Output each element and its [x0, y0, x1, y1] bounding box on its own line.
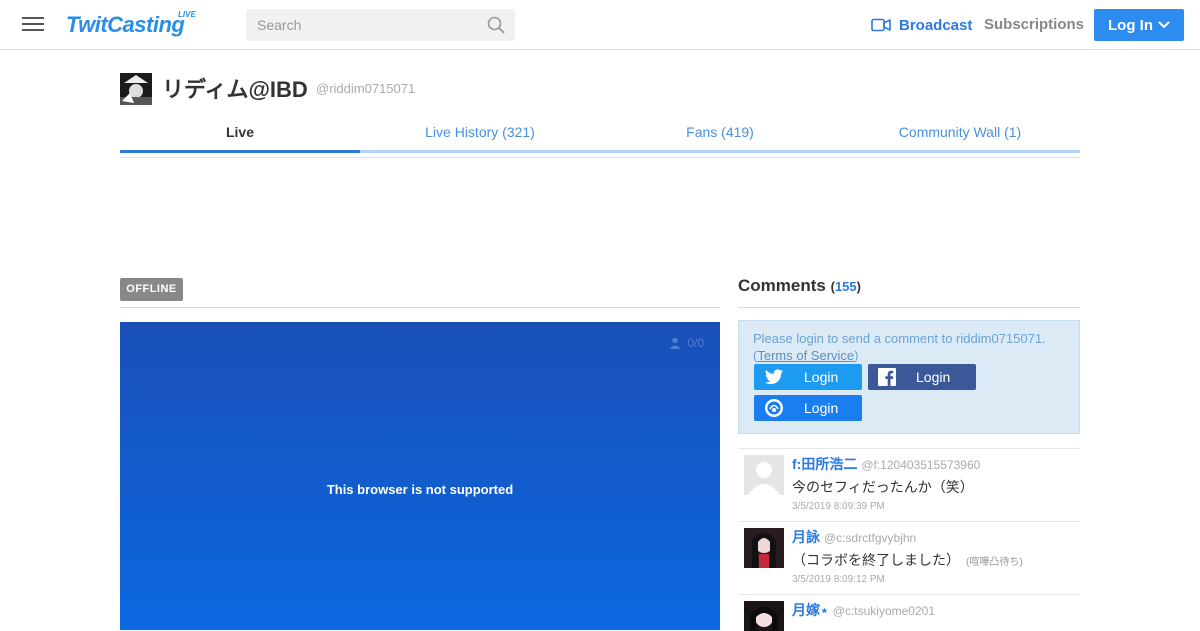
- commenter-id: @f:120403515573960: [861, 458, 981, 472]
- subscriptions-link[interactable]: Subscriptions: [984, 16, 1084, 33]
- search-icon[interactable]: [487, 16, 505, 34]
- commenter-avatar[interactable]: [744, 601, 784, 631]
- tab-fans[interactable]: Fans (419): [600, 118, 840, 152]
- twitter-login-button[interactable]: Login: [754, 364, 862, 390]
- login-label: Log In: [1108, 16, 1153, 34]
- comment-timestamp: 3/5/2019 8:09:12 PM: [792, 574, 885, 585]
- twitter-icon: [764, 368, 784, 384]
- divider: [738, 307, 1080, 308]
- tabs-divider: [120, 157, 1080, 158]
- commenter-id: @c:sdrctfgvybjhn: [824, 531, 917, 545]
- profile-handle: @riddim0715071: [316, 81, 416, 96]
- login-message: Please login to send a comment to riddim…: [753, 331, 1046, 346]
- tab-community-wall[interactable]: Community Wall (1): [840, 118, 1080, 152]
- commenter-name-text: 月詠: [792, 529, 820, 545]
- broadcast-label: Broadcast: [899, 16, 973, 34]
- twitcasting-logo[interactable]: TwitCasting LIVE: [66, 8, 206, 42]
- twitter-login-label: Login: [804, 369, 839, 385]
- comment-item: f:田所浩二 @f:120403515573960 今のセフィだったんか（笑） 3…: [738, 448, 1080, 521]
- commenter-name[interactable]: 月嫁⋆ @c:tsukiyome0201: [792, 600, 935, 620]
- twitcasting-login-label: Login: [804, 400, 839, 416]
- commenter-id: @c:tsukiyome0201: [832, 604, 935, 618]
- twitcasting-login-button[interactable]: Login: [754, 395, 862, 421]
- person-icon: [669, 337, 681, 349]
- user-avatar[interactable]: [120, 73, 152, 105]
- terms-of-service-link[interactable]: Terms of Service: [757, 348, 854, 363]
- logo-text: TwitCasting: [66, 12, 185, 37]
- comment-item: 月詠 @c:sdrctfgvybjhn （コラボを終了しました） (喧嘩凸待ち) 3…: [738, 521, 1080, 594]
- comment-login-box: Please login to send a comment to riddim…: [738, 320, 1080, 434]
- viewer-count: 0/0: [669, 336, 704, 350]
- commenter-avatar[interactable]: [744, 455, 784, 495]
- commenter-avatar[interactable]: [744, 528, 784, 568]
- commenter-name-text: f:田所浩二: [792, 456, 858, 472]
- top-header: TwitCasting LIVE Broadcast Subscriptions…: [0, 0, 1200, 50]
- tab-live[interactable]: Live: [120, 118, 360, 152]
- comment-text-body: （コラボを終了しました）: [792, 552, 960, 568]
- comment-timestamp: 3/5/2019 8:09:39 PM: [792, 501, 885, 512]
- comments-count[interactable]: 155: [835, 279, 857, 294]
- logo-live-badge: LIVE: [178, 10, 196, 19]
- unsupported-message: This browser is not supported: [326, 482, 514, 497]
- commenter-name-text: 月嫁⋆: [792, 602, 829, 618]
- commenter-name[interactable]: f:田所浩二 @f:120403515573960: [792, 454, 980, 474]
- comments-heading: Comments (155): [738, 276, 861, 295]
- search-input[interactable]: [246, 9, 476, 41]
- hamburger-menu-icon[interactable]: [22, 14, 44, 34]
- login-prompt: Please login to send a comment to riddim…: [753, 331, 1053, 363]
- tab-live-history[interactable]: Live History (321): [360, 118, 600, 152]
- profile-name: リディム@IBD: [162, 77, 308, 102]
- broadcast-link[interactable]: Broadcast: [871, 16, 972, 34]
- search-box: [246, 9, 515, 41]
- video-camera-icon: [871, 18, 891, 32]
- comment-item: 月嫁⋆ @c:tsukiyome0201: [738, 594, 1080, 631]
- facebook-login-label: Login: [916, 369, 951, 385]
- comment-text: 今のセフィだったんか（笑）: [792, 479, 974, 495]
- video-player[interactable]: 0/0 This browser is not supported: [120, 322, 720, 630]
- login-button[interactable]: Log In: [1094, 9, 1184, 41]
- comment-tag: (喧嘩凸待ち): [966, 557, 1023, 568]
- offline-badge: OFFLINE: [120, 278, 183, 301]
- facebook-login-button[interactable]: Login: [868, 364, 976, 390]
- commenter-name[interactable]: 月詠 @c:sdrctfgvybjhn: [792, 527, 916, 547]
- comments-title: Comments: [738, 276, 826, 295]
- chevron-down-icon: [1158, 21, 1170, 29]
- active-tab-indicator: [120, 150, 360, 153]
- divider: [120, 307, 720, 308]
- viewer-count-text: 0/0: [687, 336, 704, 350]
- profile-tabs: Live Live History (321) Fans (419) Commu…: [120, 118, 1080, 158]
- twitcasting-icon: [765, 399, 783, 417]
- comment-text: （コラボを終了しました） (喧嘩凸待ち): [792, 550, 1023, 570]
- facebook-icon: [878, 368, 896, 386]
